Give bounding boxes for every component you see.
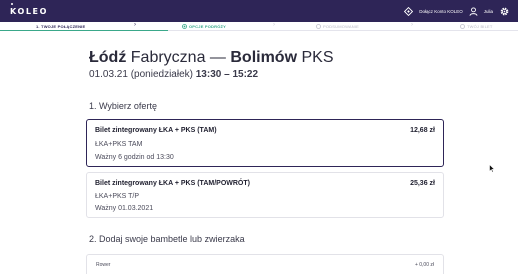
offer-validity: Ważny 6 godzin od 13:30 bbox=[95, 154, 174, 161]
step-connection[interactable]: 1. TWOJE POŁĄCZENIE bbox=[36, 24, 85, 29]
extra-item-label: Rower bbox=[96, 262, 111, 268]
step-your-ticket-label: TWÓJ BILET bbox=[467, 24, 493, 29]
offer-carrier: ŁKA+PKS T/P bbox=[95, 193, 140, 200]
step-travel-options[interactable]: OPCJE PODRÓŻY bbox=[182, 24, 226, 29]
step-summary-label: PODSUMOWANIE bbox=[323, 24, 360, 29]
user-name[interactable]: Julia bbox=[484, 9, 493, 14]
route-from-station: Łódź bbox=[89, 49, 127, 66]
offer-name: Bilet zintegrowany ŁKA + PKS (TAM/POWRÓT… bbox=[95, 180, 250, 187]
chevron-right-icon: › bbox=[273, 22, 275, 28]
add-luggage-heading: 2. Dodaj swoje bambetle lub zwierzaka bbox=[89, 234, 245, 244]
offer-card[interactable]: Bilet zintegrowany ŁKA + PKS (TAM/POWRÓT… bbox=[86, 172, 444, 218]
diamond-icon bbox=[404, 6, 414, 16]
offer-name: Bilet zintegrowany ŁKA + PKS (TAM) bbox=[95, 127, 217, 134]
step-connection-label: 1. TWOJE POŁĄCZENIE bbox=[36, 24, 86, 29]
offer-price: 12,68 zł bbox=[410, 127, 435, 134]
pending-step-icon bbox=[460, 24, 465, 29]
extra-item-price: + 0,00 zł bbox=[414, 262, 434, 268]
offer-carrier: ŁKA+PKS TAM bbox=[95, 141, 143, 148]
step-travel-options-label: OPCJE PODRÓŻY bbox=[189, 24, 227, 29]
current-step-icon bbox=[182, 24, 187, 29]
travel-times: 13:30 – 15:22 bbox=[195, 69, 259, 80]
step-your-ticket: TWÓJ BILET bbox=[460, 24, 493, 29]
offer-price: 25,36 zł bbox=[410, 180, 435, 187]
route-to-rest: PKS bbox=[297, 49, 334, 66]
route-to-station: Bolimów bbox=[230, 49, 298, 66]
chevron-right-icon: › bbox=[134, 22, 136, 28]
progress-line bbox=[0, 30, 168, 31]
travel-date: 01.03.21 (poniedziałek) bbox=[89, 69, 193, 80]
mouse-cursor-icon bbox=[489, 164, 495, 173]
route-date: 01.03.21 (poniedziałek) 13:30 – 15:22 bbox=[89, 69, 258, 80]
extra-item-bike[interactable]: Rower + 0,00 zł bbox=[86, 254, 444, 274]
offer-card[interactable]: Bilet zintegrowany ŁKA + PKS (TAM) 12,68… bbox=[86, 119, 444, 167]
top-bar: KOLEO Dołącz Konto KOLEO Julia bbox=[0, 0, 518, 22]
join-account-link[interactable]: Dołącz Konto KOLEO bbox=[419, 9, 463, 14]
route-title: Łódź Fabryczna — Bolimów PKS bbox=[89, 49, 334, 67]
step-summary: PODSUMOWANIE bbox=[316, 24, 359, 29]
user-icon[interactable] bbox=[469, 6, 478, 16]
account-area: Dołącz Konto KOLEO Julia bbox=[404, 3, 510, 19]
gear-icon[interactable] bbox=[499, 6, 510, 17]
choose-offer-heading: 1. Wybierz ofertę bbox=[89, 101, 157, 111]
pending-step-icon bbox=[316, 24, 321, 29]
logo-dot bbox=[11, 3, 13, 5]
offer-validity: Ważny 01.03.2021 bbox=[95, 205, 154, 212]
koleo-logo[interactable]: KOLEO bbox=[10, 7, 48, 16]
route-from-rest: Fabryczna — bbox=[126, 49, 231, 66]
chevron-right-icon: › bbox=[411, 22, 413, 28]
